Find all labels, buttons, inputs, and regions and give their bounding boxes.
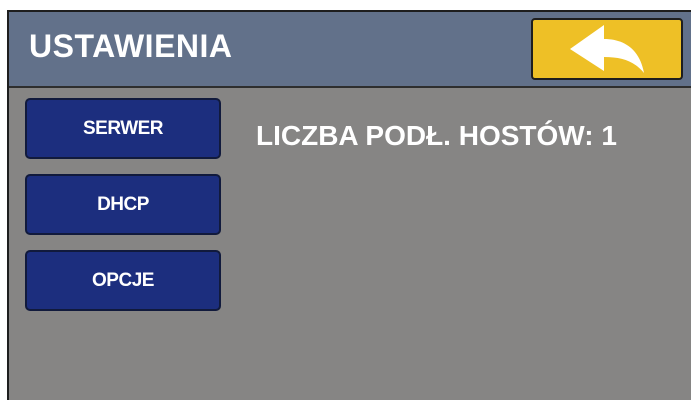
opcje-button[interactable]: OPCJE	[25, 250, 221, 311]
header-bar: USTAWIENIA	[9, 12, 691, 88]
hosts-label: LICZBA PODŁ. HOSTÓW:	[256, 120, 594, 151]
hosts-info: LICZBA PODŁ. HOSTÓW: 1	[256, 118, 617, 154]
page-title: USTAWIENIA	[29, 28, 233, 64]
serwer-button[interactable]: SERWER	[25, 98, 221, 159]
back-arrow-icon	[566, 23, 648, 75]
dhcp-button[interactable]: DHCP	[25, 174, 221, 235]
back-button[interactable]	[531, 18, 683, 80]
hosts-count: 1	[601, 120, 617, 151]
settings-screen: USTAWIENIA SERWER DHCP OPCJE LICZBA PODŁ…	[7, 10, 691, 400]
